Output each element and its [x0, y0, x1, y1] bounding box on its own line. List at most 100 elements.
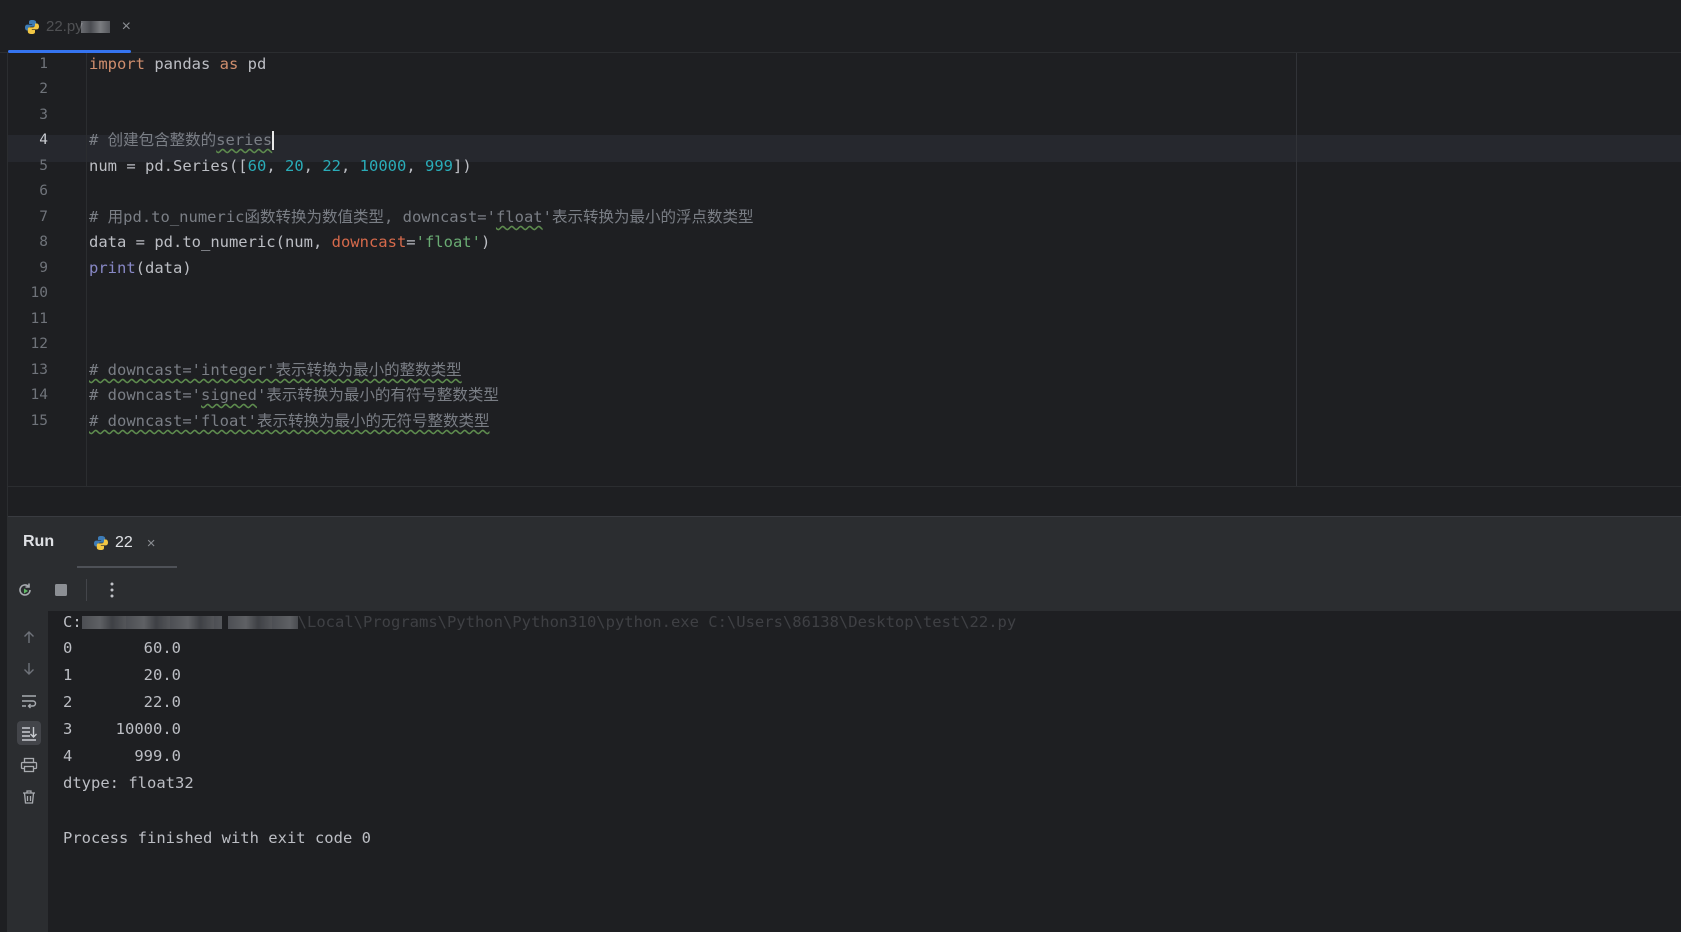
editor-tab-label: 22.py: [46, 18, 83, 35]
code-line-4: # 创建包含整数的series: [89, 127, 275, 154]
code-text: =: [406, 233, 416, 251]
row-value: 10000.0: [115, 720, 181, 738]
row-value: 999.0: [134, 747, 181, 765]
comment: # downcast=': [89, 386, 201, 404]
editor-tab-22-py[interactable]: 22.py ×: [8, 0, 131, 53]
code-text: ,: [406, 157, 426, 175]
editor-tab-bar: 22.py ×: [0, 0, 1681, 53]
line-number: 8: [39, 234, 48, 250]
line-number: 14: [30, 387, 48, 403]
close-icon[interactable]: ×: [122, 18, 131, 36]
comment: # 创建包含整数的: [89, 131, 217, 149]
number-literal: 10000: [359, 157, 407, 175]
code-editor[interactable]: 1 2 3 4 5 6 7 8 9 10 11 12 13 14 15 impo…: [8, 53, 1681, 486]
keyword: as: [219, 55, 239, 73]
line-number: 9: [39, 260, 48, 276]
code-line-8: data = pd.to_numeric(num, downcast='floa…: [89, 229, 490, 256]
soft-wrap-icon[interactable]: [17, 689, 41, 713]
comment-typo: float: [495, 208, 543, 226]
arrow-up-icon[interactable]: [17, 625, 41, 649]
line-number: 5: [39, 158, 48, 174]
line-number: 4: [39, 132, 48, 148]
text-caret: [272, 131, 275, 150]
arrow-down-icon[interactable]: [17, 657, 41, 681]
number-literal: 22: [322, 157, 341, 175]
number-literal: 60: [247, 157, 267, 175]
line-number: 10: [30, 285, 48, 301]
redacted-tab-name: [80, 20, 110, 33]
comment: # 用pd.to_numeric函数转换为数值类型, downcast=': [89, 208, 496, 226]
number-literal: 20: [284, 157, 304, 175]
run-toolbar: [8, 568, 1681, 611]
console-row: 0 60.0: [63, 635, 181, 662]
code-text: ]): [453, 157, 472, 175]
line-number: 6: [39, 183, 48, 199]
run-panel-title: Run: [23, 533, 55, 550]
print-icon[interactable]: [17, 753, 41, 777]
code-line-1: import pandas as pd: [89, 51, 266, 78]
line-number: 3: [39, 107, 48, 123]
keyword-argument: downcast: [331, 233, 407, 251]
console-row: 4 999.0: [63, 743, 181, 770]
code-line-9: print(data): [89, 255, 192, 282]
console-output[interactable]: C: \Local\Programs\Python\Python310\pytho…: [48, 611, 1681, 932]
command-tail: \Local\Programs\Python\Python310\python.…: [297, 613, 1017, 631]
line-number: 13: [30, 362, 48, 378]
comment: '表示转换为最小的浮点数类型: [542, 208, 754, 226]
code-text: ): [480, 233, 491, 251]
comment-typo: signed: [200, 386, 257, 404]
line-number: 12: [30, 336, 48, 352]
trash-icon[interactable]: [17, 785, 41, 809]
console-row: 3 10000.0: [63, 716, 181, 743]
window-left-edge: [0, 0, 8, 932]
right-margin-guide: [1296, 53, 1297, 486]
row-value: 20.0: [143, 666, 181, 684]
line-number: 7: [39, 209, 48, 225]
code-text: ,: [266, 157, 285, 175]
keyword: import: [89, 55, 145, 73]
code-text: ,: [303, 157, 323, 175]
run-tool-window-header: Run 22 ×: [8, 516, 1681, 569]
rerun-icon[interactable]: [14, 579, 36, 601]
code-text: ,: [341, 157, 360, 175]
line-number: 15: [30, 413, 48, 429]
console-exit-message: Process finished with exit code 0: [63, 829, 371, 847]
code-text: num = pd.Series([: [89, 157, 248, 175]
line-number: 1: [39, 56, 48, 72]
module-name: pandas: [145, 55, 220, 73]
alias-name: pd: [238, 55, 267, 73]
close-icon[interactable]: ×: [147, 535, 156, 552]
code-line-7: # 用pd.to_numeric函数转换为数值类型, downcast='flo…: [89, 204, 753, 231]
comment-typo: series: [216, 131, 273, 149]
toolbar-divider: [86, 578, 87, 601]
comment: '表示转换为最小的有符号整数类型: [256, 386, 499, 404]
code-text: (data): [135, 259, 192, 277]
line-number-gutter: 1 2 3 4 5 6 7 8 9 10 11 12 13 14 15: [8, 53, 88, 486]
console-dtype: dtype: float32: [63, 774, 194, 792]
row-value: 22.0: [143, 693, 181, 711]
python-file-icon: [24, 19, 40, 35]
builtin-function: print: [89, 259, 136, 277]
more-options-icon[interactable]: [101, 579, 123, 601]
line-number: 2: [39, 81, 48, 97]
run-tab-22[interactable]: 22 ×: [77, 517, 177, 569]
scroll-to-end-icon[interactable]: [17, 721, 41, 745]
string-literal: 'float': [415, 233, 481, 251]
comment: # downcast='integer'表示转换为最小的整数类型: [89, 361, 462, 379]
console-row: 2 22.0: [63, 689, 181, 716]
redacted-path: [81, 616, 222, 629]
code-line-15: # downcast='float'表示转换为最小的无符号整数类型: [89, 408, 489, 435]
python-file-icon: [93, 535, 109, 551]
code-line-13: # downcast='integer'表示转换为最小的整数类型: [89, 357, 462, 384]
row-value: 60.0: [143, 639, 181, 657]
console-command-line: C: \Local\Programs\Python\Python310\pytho…: [63, 609, 1016, 636]
command-prefix: C:: [63, 613, 82, 631]
line-number: 11: [30, 311, 48, 327]
comment: # downcast='float'表示转换为最小的无符号整数类型: [89, 412, 490, 430]
editor-bottom-spacer: [8, 486, 1681, 516]
console-side-toolbar: [8, 611, 48, 932]
console-row: 1 20.0: [63, 662, 181, 689]
stop-icon[interactable]: [50, 579, 72, 601]
code-line-5: num = pd.Series([60, 20, 22, 10000, 999]…: [89, 153, 472, 180]
redacted-path: [227, 616, 298, 629]
